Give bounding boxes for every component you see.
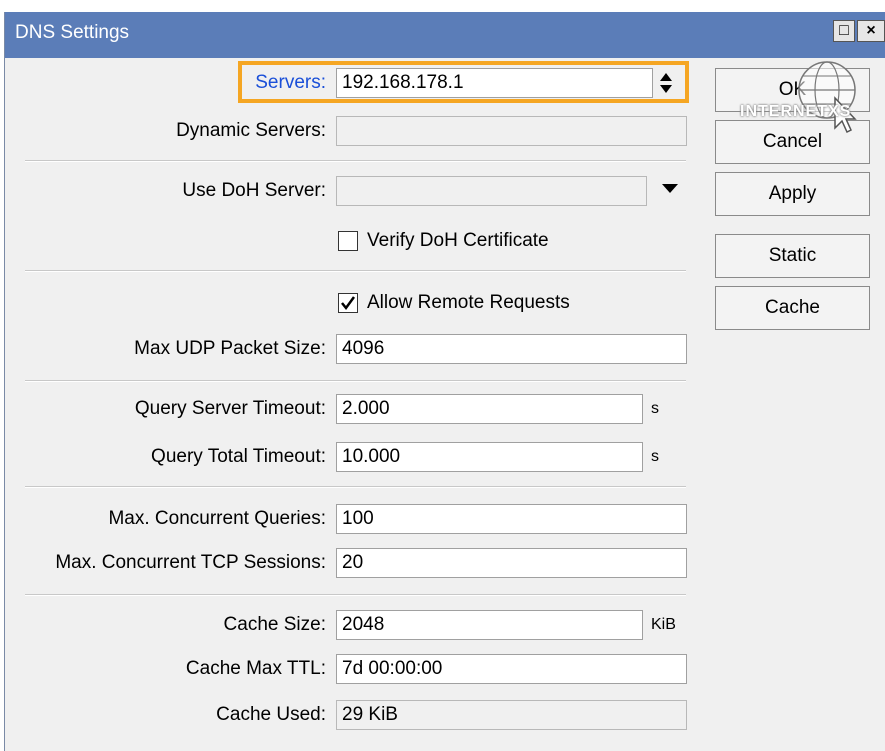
cache-size-input[interactable]: 2048 [336,610,643,640]
allow-remote-requests-label: Allow Remote Requests [367,292,570,313]
cache-max-ttl-input[interactable]: 7d 00:00:00 [336,654,687,684]
cache-max-ttl-label: Cache Max TTL: [185,658,326,679]
query-total-timeout-input[interactable]: 10.000 [336,442,643,472]
max-concurrent-tcp-input[interactable]: 20 [336,548,687,578]
max-udp-input[interactable]: 4096 [336,334,687,364]
servers-input[interactable]: 192.168.178.1 [336,68,653,98]
max-concurrent-queries-input[interactable]: 100 [336,504,687,534]
verify-doh-checkbox[interactable] [338,231,358,251]
verify-doh-label: Verify DoH Certificate [367,230,549,251]
cache-size-label: Cache Size: [223,614,326,635]
allow-remote-requests-checkbox[interactable] [338,293,358,313]
title-bar: DNS Settings □ × [5,12,885,58]
max-concurrent-tcp-label: Max. Concurrent TCP Sessions: [55,552,326,573]
query-total-timeout-label: Query Total Timeout: [151,446,326,467]
static-button[interactable]: Static [715,234,870,278]
dynamic-servers-field [336,116,687,146]
use-doh-server-select[interactable] [336,176,647,206]
max-udp-label: Max UDP Packet Size: [134,338,326,359]
dynamic-servers-label: Dynamic Servers: [176,120,326,141]
separator [25,270,686,272]
cache-button[interactable]: Cache [715,286,870,330]
cache-used-label: Cache Used: [216,704,326,725]
cache-size-unit: KiB [651,616,676,633]
close-icon[interactable]: × [857,20,885,42]
checkmark-icon [341,296,356,311]
query-server-timeout-unit: s [651,400,659,417]
use-doh-server-label: Use DoH Server: [182,180,326,201]
up-down-spinner-icon[interactable] [659,72,673,94]
maximize-icon[interactable]: □ [833,20,855,42]
separator [25,160,686,162]
query-server-timeout-input[interactable]: 2.000 [336,394,643,424]
dns-settings-window: DNS Settings □ × Servers: 192.168.178.1 … [4,12,885,751]
cache-used-field: 29 KiB [336,700,687,730]
max-concurrent-queries-label: Max. Concurrent Queries: [108,508,326,529]
window-title: DNS Settings [15,22,130,43]
separator [25,594,686,596]
dropdown-arrow-icon[interactable] [662,184,678,194]
ok-button[interactable]: OK [715,68,870,112]
apply-button[interactable]: Apply [715,172,870,216]
separator [25,380,686,382]
cancel-button[interactable]: Cancel [715,120,870,164]
query-server-timeout-label: Query Server Timeout: [134,398,326,419]
separator [25,486,686,488]
query-total-timeout-unit: s [651,448,659,465]
servers-label: Servers: [255,72,326,93]
